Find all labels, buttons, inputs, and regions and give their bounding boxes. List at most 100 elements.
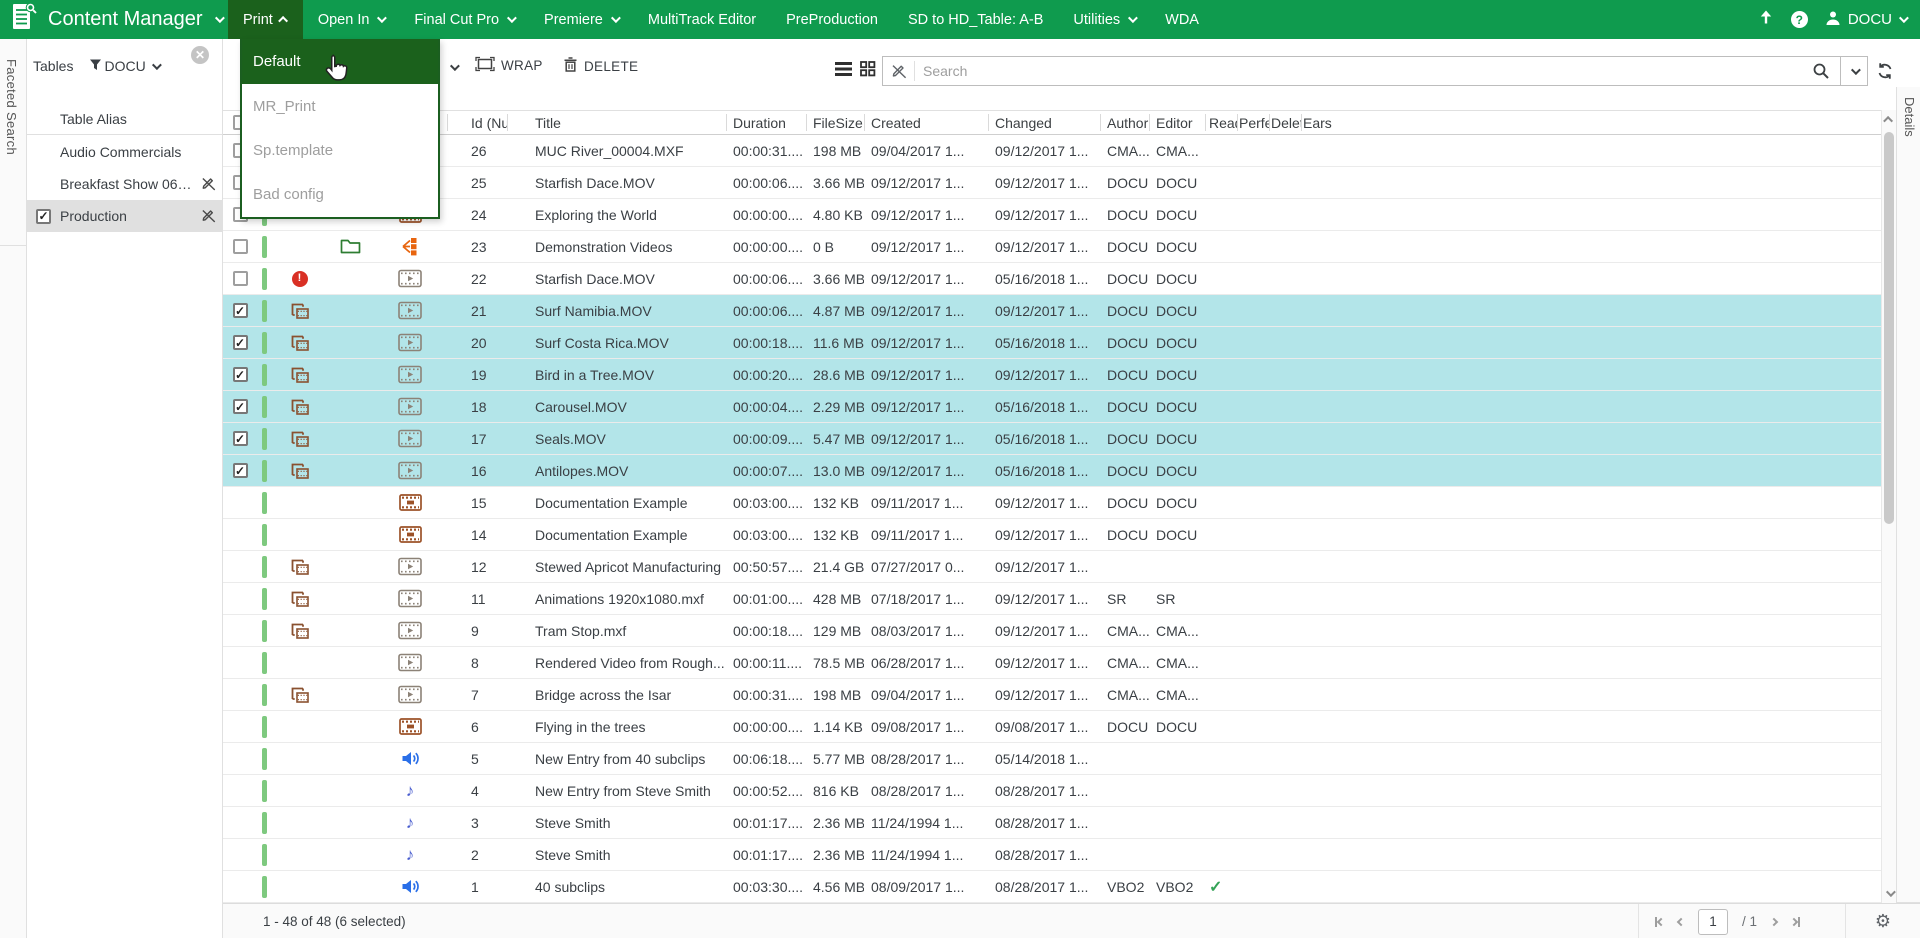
search-pen-icon[interactable] xyxy=(891,63,908,80)
header-id[interactable]: Id (Numb xyxy=(447,110,507,135)
wrap-button[interactable]: WRAP xyxy=(475,56,543,75)
header-editor[interactable]: Editor xyxy=(1149,110,1205,135)
refresh-icon[interactable] xyxy=(1876,62,1894,80)
table-row-15[interactable]: 15Documentation Example00:03:00....132 K… xyxy=(223,487,1881,519)
pen-slash-icon[interactable] xyxy=(201,176,217,192)
faceted-search-strip[interactable]: Faceted Search xyxy=(0,39,27,938)
table-row-16[interactable]: ✓16Antilopes.MOV00:00:07....13.0 MB09/12… xyxy=(223,455,1881,487)
table-row-1[interactable]: 140 subclips00:03:30....4.56 MB08/09/201… xyxy=(223,871,1881,903)
table-row-9[interactable]: 9Tram Stop.mxf00:00:18....129 MB08/03/20… xyxy=(223,615,1881,647)
table-alias-header[interactable]: Table Alias xyxy=(27,103,223,135)
search-icon[interactable] xyxy=(1812,62,1830,80)
scroll-down-icon[interactable] xyxy=(1886,887,1896,897)
header-created[interactable]: Created xyxy=(864,110,988,135)
cell-ears xyxy=(1301,711,1335,743)
print-button-chevron-down-icon[interactable] xyxy=(450,61,460,71)
table-row-8[interactable]: 8Rendered Video from Rough...00:00:11...… xyxy=(223,647,1881,679)
export-up-arrow-icon[interactable] xyxy=(1758,9,1774,30)
details-panel-strip[interactable]: Details xyxy=(1896,87,1920,903)
last-page-button[interactable] xyxy=(1791,917,1800,927)
table-row-23[interactable]: 23Demonstration Videos00:00:00....0 B09/… xyxy=(223,231,1881,263)
header-changed[interactable]: Changed xyxy=(988,110,1100,135)
row-checkbox[interactable] xyxy=(233,271,248,286)
grid-view-icon[interactable] xyxy=(860,61,876,82)
menu-print[interactable]: Print xyxy=(228,0,303,39)
menu-premiere[interactable]: Premiere xyxy=(529,0,633,39)
list-view-icon[interactable] xyxy=(835,62,852,81)
table-row-26[interactable]: 26MUC River_00004.MXF00:00:31....198 MB0… xyxy=(223,135,1881,167)
checkbox-checked[interactable]: ✓ xyxy=(36,209,51,224)
table-row-24[interactable]: 24Exploring the World00:00:00....4.80 KB… xyxy=(223,199,1881,231)
menu-utilities[interactable]: Utilities xyxy=(1058,0,1150,39)
menu-final-cut-pro[interactable]: Final Cut Pro xyxy=(399,0,529,39)
row-checkbox-checked[interactable]: ✓ xyxy=(233,463,248,478)
cell-perfe xyxy=(1237,583,1269,615)
table-row-12[interactable]: 12Stewed Apricot Manufacturing00:50:57..… xyxy=(223,551,1881,583)
table-row-14[interactable]: 14Documentation Example00:03:00....132 K… xyxy=(223,519,1881,551)
scroll-up-icon[interactable] xyxy=(1883,116,1893,126)
app-title-chevron-down-icon[interactable] xyxy=(215,13,225,23)
next-page-button[interactable] xyxy=(1770,917,1778,925)
header-perfe[interactable]: Perfe xyxy=(1237,110,1269,135)
table-row-21[interactable]: ✓21Surf Namibia.MOV00:00:06....4.87 MB09… xyxy=(223,295,1881,327)
delete-button[interactable]: DELETE xyxy=(563,56,638,76)
sidebar-item-production[interactable]: ✓Production xyxy=(27,200,223,232)
row-checkbox-checked[interactable]: ✓ xyxy=(233,335,248,350)
row-checkbox-checked[interactable]: ✓ xyxy=(233,399,248,414)
previous-page-button[interactable] xyxy=(1677,917,1685,925)
table-row-7[interactable]: 7Bridge across the Isar00:00:31....198 M… xyxy=(223,679,1881,711)
print-menu-item-bad-config[interactable]: Bad config xyxy=(242,172,438,216)
header-delet[interactable]: Delet xyxy=(1269,110,1301,135)
cell-id: 2 xyxy=(447,839,507,871)
user-menu[interactable]: DOCU xyxy=(1825,10,1906,30)
faceted-search-tab[interactable]: Faceted Search xyxy=(4,59,19,155)
table-row-22[interactable]: !22Starfish Dace.MOV00:00:06....3.66 MB0… xyxy=(223,263,1881,295)
sidebar-item-breakfast-show-06-[interactable]: Breakfast Show 06… xyxy=(27,168,223,200)
details-tab[interactable]: Details xyxy=(1902,97,1917,137)
tables-filter[interactable]: DOCU xyxy=(89,58,145,74)
page-number-input[interactable]: 1 xyxy=(1698,909,1728,935)
table-row-3[interactable]: ♪3Steve Smith00:01:17....2.36 MB11/24/19… xyxy=(223,807,1881,839)
sidebar-item-audio-commercials[interactable]: Audio Commercials xyxy=(27,136,223,168)
menu-open-in[interactable]: Open In xyxy=(303,0,400,39)
menu-wda[interactable]: WDA xyxy=(1150,0,1214,39)
status-bar-green xyxy=(262,588,267,610)
print-menu-item-mr-print[interactable]: MR_Print xyxy=(242,84,438,128)
table-row-2[interactable]: ♪2Steve Smith00:01:17....2.36 MB11/24/19… xyxy=(223,839,1881,871)
search-chevron-down-icon[interactable] xyxy=(1841,68,1867,75)
search-input[interactable] xyxy=(923,63,1812,79)
table-row-17[interactable]: ✓17Seals.MOV00:00:09....5.47 MB09/12/201… xyxy=(223,423,1881,455)
help-icon[interactable]: ? xyxy=(1791,11,1808,28)
header-filesize[interactable]: FileSize xyxy=(806,110,864,135)
table-row-19[interactable]: ✓19Bird in a Tree.MOV00:00:20....28.6 MB… xyxy=(223,359,1881,391)
table-row-6[interactable]: 6Flying in the trees00:00:00....1.14 KB0… xyxy=(223,711,1881,743)
table-row-20[interactable]: ✓20Surf Costa Rica.MOV00:00:18....11.6 M… xyxy=(223,327,1881,359)
print-menu-item-sp-template[interactable]: Sp.template xyxy=(242,128,438,172)
menu-sd-to-hd-table-a-b[interactable]: SD to HD_Table: A-B xyxy=(893,0,1058,39)
header-author[interactable]: Author xyxy=(1100,110,1149,135)
pen-slash-icon[interactable] xyxy=(201,208,217,224)
header-ears[interactable]: Ears xyxy=(1301,110,1335,135)
table-row-5[interactable]: 5New Entry from 40 subclips00:06:18....5… xyxy=(223,743,1881,775)
table-row-25[interactable]: 25Starfish Dace.MOV00:00:06....3.66 MB09… xyxy=(223,167,1881,199)
row-checkbox-checked[interactable]: ✓ xyxy=(233,367,248,382)
cell-title: Tram Stop.mxf xyxy=(507,615,726,647)
row-checkbox[interactable] xyxy=(233,239,248,254)
table-row-4[interactable]: ♪4New Entry from Steve Smith00:00:52....… xyxy=(223,775,1881,807)
header-duration[interactable]: Duration xyxy=(726,110,806,135)
row-checkbox-checked[interactable]: ✓ xyxy=(233,303,248,318)
vertical-scrollbar[interactable] xyxy=(1881,110,1896,903)
row-checkbox-checked[interactable]: ✓ xyxy=(233,431,248,446)
menu-multitrack-editor[interactable]: MultiTrack Editor xyxy=(633,0,771,39)
gear-icon[interactable]: ⚙ xyxy=(1875,911,1891,932)
close-icon[interactable]: ✕ xyxy=(191,46,209,64)
table-row-11[interactable]: 11Animations 1920x1080.mxf00:01:00....42… xyxy=(223,583,1881,615)
cell-read xyxy=(1205,551,1237,583)
first-page-button[interactable] xyxy=(1655,917,1664,927)
menu-preproduction[interactable]: PreProduction xyxy=(771,0,893,39)
table-row-18[interactable]: ✓18Carousel.MOV00:00:04....2.29 MB09/12/… xyxy=(223,391,1881,423)
scrollbar-thumb[interactable] xyxy=(1884,132,1894,524)
cell-perfe xyxy=(1237,743,1269,775)
header-read[interactable]: Read xyxy=(1205,110,1237,135)
header-title[interactable]: Title xyxy=(507,110,726,135)
